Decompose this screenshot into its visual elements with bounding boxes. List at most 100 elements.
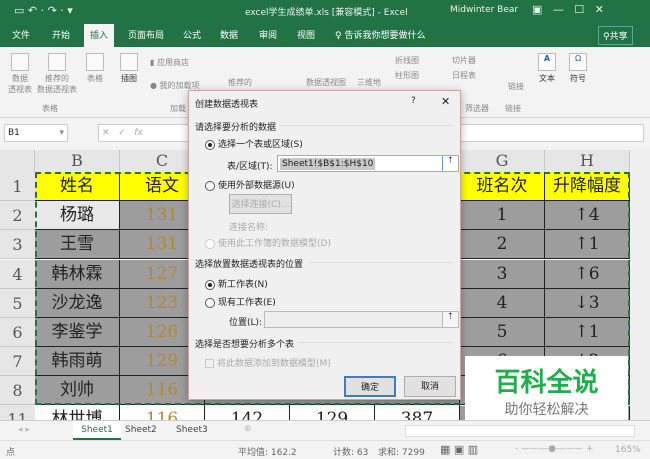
row-header[interactable]: 5 xyxy=(0,288,35,318)
view-buttons[interactable]: ▦ ▣ ▥ xyxy=(440,443,478,456)
name-box[interactable]: B1 ▾ xyxy=(4,124,68,142)
user-name[interactable]: Midwinter Bear xyxy=(450,5,518,15)
section-data-label: 请选择要分析的数据 xyxy=(195,123,277,133)
table-icon xyxy=(86,53,104,71)
horizontal-scrollbar[interactable] xyxy=(405,425,635,437)
tab-formulas[interactable]: 公式 xyxy=(183,28,201,41)
sparkline-column-button[interactable]: 柱形图 xyxy=(395,70,419,81)
radio-external-source[interactable]: 使用外部数据源(U) xyxy=(205,178,295,191)
cell-name[interactable]: 韩林霖 xyxy=(35,259,120,289)
cell-class-rank[interactable]: 2 xyxy=(460,230,545,260)
row-header[interactable]: 11 xyxy=(0,405,35,420)
cell-rank-change[interactable]: ↑6 xyxy=(545,259,630,289)
recommended-charts-button[interactable]: 推荐的 xyxy=(228,77,252,88)
cell-name[interactable]: 韩雨萌 xyxy=(35,347,120,377)
slicer-button[interactable]: 切片器 xyxy=(452,55,476,66)
location-input[interactable]: ⭡ xyxy=(264,311,459,328)
cell-class-rank[interactable]: 4 xyxy=(460,288,545,318)
radio-new-worksheet[interactable]: 新工作表(N) xyxy=(205,277,268,290)
sheet-tab-sheet1[interactable]: Sheet1 xyxy=(73,421,121,440)
radio-select-range[interactable]: 选择一个表或区域(S) xyxy=(205,137,303,150)
radio-data-model[interactable]: 使用此工作簿的数据模型(D) xyxy=(205,236,331,249)
cell-rank-change[interactable]: ↑1 xyxy=(545,318,630,347)
illustrations-button[interactable]: 插图 xyxy=(116,53,142,84)
sheet-nav-arrows[interactable]: ◂ ▸ xyxy=(18,425,30,435)
help-button[interactable]: ? xyxy=(411,96,416,106)
close-button[interactable]: ✕ xyxy=(441,95,450,108)
link-button[interactable]: 链接 xyxy=(508,81,524,92)
tell-me[interactable]: ♀ 告诉我你想要做什么 xyxy=(335,28,425,41)
row-header[interactable]: 6 xyxy=(0,318,35,347)
cell-name[interactable]: 沙龙逸 xyxy=(35,288,120,318)
cell-name[interactable]: 姓名 xyxy=(35,172,120,201)
sheet-tab-sheet2[interactable]: Sheet2 xyxy=(125,425,157,435)
cell[interactable]: 142 xyxy=(205,405,290,420)
cell[interactable]: 387 xyxy=(375,405,460,420)
row-header[interactable]: 3 xyxy=(0,230,35,260)
connection-name-label: 连接名称: xyxy=(229,223,269,233)
cell-class-rank[interactable]: 3 xyxy=(460,259,545,289)
tab-file[interactable]: 文件 xyxy=(12,28,30,41)
cell[interactable]: 116 xyxy=(120,405,205,420)
cell-class-rank[interactable]: 5 xyxy=(460,318,545,347)
3d-map-button[interactable]: 三维地 xyxy=(357,77,381,88)
cell-rank-change[interactable]: ↑1 xyxy=(545,230,630,260)
cell-rank-change[interactable]: ↓3 xyxy=(545,288,630,318)
row-header[interactable]: 1 xyxy=(0,172,35,201)
sparkline-line-button[interactable]: 折线图 xyxy=(395,55,419,66)
cell-name[interactable]: 李鉴学 xyxy=(35,318,120,347)
tab-view[interactable]: 视图 xyxy=(297,28,315,41)
cell-name[interactable]: 杨璐 xyxy=(35,201,120,231)
sheet-tab-sheet3[interactable]: Sheet3 xyxy=(176,425,208,435)
collapse-dialog-icon[interactable]: ⭡ xyxy=(442,312,458,327)
collapse-dialog-icon[interactable]: ⭡ xyxy=(442,156,458,171)
location-label: 位置(L): xyxy=(229,318,263,328)
column-header-g[interactable]: G xyxy=(460,150,545,172)
cell-class-rank[interactable]: 班名次 xyxy=(460,172,545,201)
zoom-level[interactable]: 165% xyxy=(615,445,641,455)
column-header-h[interactable]: H xyxy=(545,150,630,172)
range-input[interactable]: Sheet1!$B$1:$H$10 ⭡ xyxy=(277,155,459,172)
quick-access-icons[interactable]: ▭ ↶ · ↷ · ▾ xyxy=(14,4,73,17)
share-button[interactable]: ⚲共享 xyxy=(598,26,633,45)
group-label-addins: 加载 xyxy=(170,104,186,113)
row-header[interactable]: 7 xyxy=(0,347,35,377)
add-to-data-model-checkbox[interactable]: 将此数据添加到数据模型(M) xyxy=(205,356,331,369)
symbol-button[interactable]: Ω 符号 xyxy=(567,53,589,84)
choose-connection-button[interactable]: 选择连接(C)... xyxy=(229,194,292,214)
add-sheet-icon[interactable]: ⊕ xyxy=(244,424,252,434)
cell[interactable]: 129 xyxy=(290,405,375,420)
row-header[interactable]: 2 xyxy=(0,201,35,231)
tab-page-layout[interactable]: 页面布局 xyxy=(128,28,164,41)
timeline-button[interactable]: 日程表 xyxy=(452,70,476,81)
tab-home[interactable]: 开始 xyxy=(52,28,70,41)
window-title: excel学生成绩单.xls [兼容模式] - Excel xyxy=(245,8,408,18)
tab-insert[interactable]: 插入 xyxy=(84,24,115,47)
recommended-pivot-button[interactable]: 推荐的 数据透视表 xyxy=(36,53,78,95)
cell-rank-change[interactable]: 升降幅度 xyxy=(545,172,630,201)
pivot-icon xyxy=(11,53,29,71)
pivot-chart-button[interactable]: 数据透视图 xyxy=(306,77,346,88)
window-controls[interactable]: ▣ — ☐ ✕ xyxy=(532,3,604,16)
cell-class-rank[interactable]: 1 xyxy=(460,201,545,231)
app-store-button[interactable]: ▮ 应用商店 xyxy=(150,57,189,68)
tab-review[interactable]: 审阅 xyxy=(259,28,277,41)
ok-button[interactable]: 确定 xyxy=(344,376,396,397)
select-all-corner[interactable] xyxy=(0,150,35,172)
cell-name[interactable]: 王雪 xyxy=(35,230,120,260)
text-button[interactable]: A 文本 xyxy=(536,53,558,84)
radio-existing-worksheet[interactable]: 现有工作表(E) xyxy=(205,295,276,308)
vertical-scrollbar[interactable] xyxy=(630,150,650,420)
row-header[interactable]: 4 xyxy=(0,259,35,289)
table-button[interactable]: 表格 xyxy=(82,53,108,84)
title-bar: ▭ ↶ · ↷ · ▾ excel学生成绩单.xls [兼容模式] - Exce… xyxy=(0,0,650,22)
pivot-table-button[interactable]: 数据 透视表 xyxy=(6,53,34,95)
tab-data[interactable]: 数据 xyxy=(220,28,238,41)
column-header-b[interactable]: B xyxy=(35,150,120,172)
zoom-slider[interactable]: - ———●——— + xyxy=(515,444,593,454)
cell[interactable]: 林世博 xyxy=(35,405,120,420)
cancel-button[interactable]: 取消 xyxy=(404,376,456,397)
row-header[interactable]: 8 xyxy=(0,376,35,406)
cell-rank-change[interactable]: ↑4 xyxy=(545,201,630,231)
cell-name[interactable]: 刘帅 xyxy=(35,376,120,406)
